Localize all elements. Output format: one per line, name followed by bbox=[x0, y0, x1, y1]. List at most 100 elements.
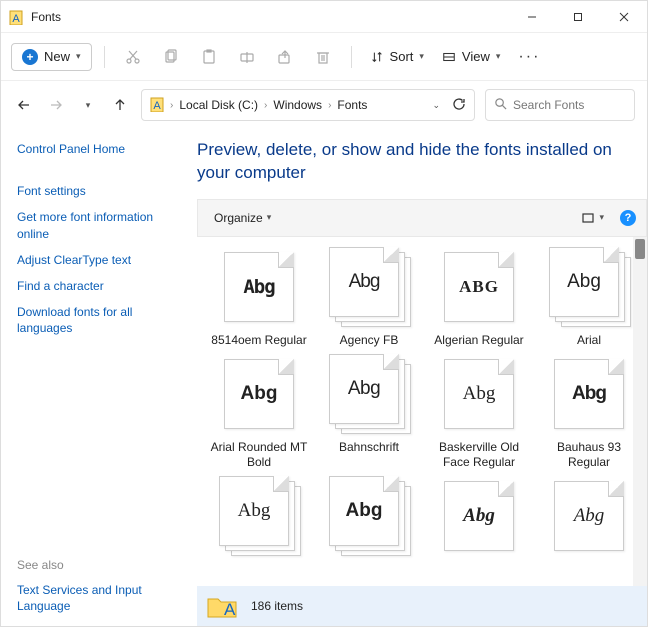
font-thumbnail: Abg bbox=[219, 247, 299, 327]
sidebar-link-more-info[interactable]: Get more font information online bbox=[17, 209, 181, 241]
font-sample: Abg bbox=[243, 276, 274, 298]
share-button[interactable] bbox=[269, 41, 301, 73]
app-icon: A bbox=[9, 9, 25, 25]
copy-button[interactable] bbox=[155, 41, 187, 73]
chevron-down-icon: ▾ bbox=[267, 212, 272, 223]
view-button[interactable]: View ▾ bbox=[436, 45, 506, 68]
status-count: 186 items bbox=[251, 599, 303, 613]
layout-button[interactable]: ▾ bbox=[575, 207, 610, 229]
font-item[interactable]: Abg Bahnschrift bbox=[317, 354, 421, 470]
font-item[interactable]: AbgAgency FB bbox=[317, 247, 421, 348]
separator bbox=[351, 46, 352, 68]
location-icon: A bbox=[150, 96, 166, 115]
font-item[interactable]: AbgBell MT bbox=[207, 476, 311, 562]
folder-icon: A bbox=[207, 593, 237, 619]
sort-label: Sort bbox=[390, 49, 414, 64]
font-thumbnail: Abg bbox=[329, 247, 409, 327]
chevron-right-icon: › bbox=[170, 100, 173, 111]
font-thumbnail: Abg bbox=[549, 476, 629, 556]
recent-button[interactable]: ▾ bbox=[77, 94, 99, 116]
paste-button[interactable] bbox=[193, 41, 225, 73]
font-sample: Abg bbox=[463, 505, 495, 527]
close-button[interactable] bbox=[601, 1, 647, 33]
font-item[interactable]: Abg8514oem Regular bbox=[207, 247, 311, 348]
font-name: Arial bbox=[577, 333, 601, 348]
rename-button[interactable] bbox=[231, 41, 263, 73]
font-name: Bahnschrift bbox=[339, 440, 399, 455]
organize-bar: Organize ▾ ▾ ? bbox=[197, 199, 647, 237]
font-thumbnail: Abg bbox=[219, 476, 299, 556]
sidebar-link-download-fonts[interactable]: Download fonts for all languages bbox=[17, 304, 181, 336]
scrollbar[interactable] bbox=[633, 237, 647, 586]
font-sample: Abg bbox=[346, 500, 383, 522]
font-item[interactable]: AbgBernard MT Condensed bbox=[427, 476, 531, 562]
sidebar-link-font-settings[interactable]: Font settings bbox=[17, 183, 181, 199]
minimize-button[interactable] bbox=[509, 1, 555, 33]
chevron-right-icon: › bbox=[328, 100, 331, 111]
delete-button[interactable] bbox=[307, 41, 339, 73]
back-button[interactable] bbox=[13, 94, 35, 116]
breadcrumb-item[interactable]: Fonts bbox=[335, 98, 369, 112]
content: Preview, delete, or show and hide the fo… bbox=[197, 129, 647, 626]
font-thumbnail: Abg bbox=[329, 476, 409, 556]
font-name: Arial Rounded MT Bold bbox=[209, 440, 309, 470]
font-item[interactable]: AbgBaskerville Old Face Regular bbox=[427, 354, 531, 470]
font-thumbnail: Abg bbox=[549, 354, 629, 434]
font-sample: Abg bbox=[574, 505, 605, 527]
sidebar-link-cleartype[interactable]: Adjust ClearType text bbox=[17, 252, 181, 268]
search-icon bbox=[494, 97, 507, 113]
font-thumbnail: Abg bbox=[549, 247, 629, 327]
help-button[interactable]: ? bbox=[620, 210, 636, 226]
chevron-down-icon[interactable]: ⌄ bbox=[432, 100, 440, 111]
font-thumbnail: Abg bbox=[439, 476, 519, 556]
search-input[interactable]: Search Fonts bbox=[485, 89, 635, 121]
new-button[interactable]: + New ▾ bbox=[11, 43, 92, 71]
font-item[interactable]: Abg Bauhaus 93 Regular bbox=[537, 354, 641, 470]
see-also-label: See also bbox=[17, 558, 181, 572]
breadcrumb-item[interactable]: Windows bbox=[271, 98, 324, 112]
forward-button[interactable] bbox=[45, 94, 67, 116]
font-sample: Abg bbox=[349, 271, 380, 293]
new-label: New bbox=[44, 49, 70, 64]
font-thumbnail: Abg bbox=[329, 354, 409, 434]
font-sample: Abg bbox=[463, 383, 496, 405]
address-bar[interactable]: A › Local Disk (C:) › Windows › Fonts ⌄ bbox=[141, 89, 475, 121]
font-item[interactable]: AbgBerlin Sans FB bbox=[317, 476, 421, 562]
chevron-down-icon: ▾ bbox=[76, 51, 81, 62]
search-placeholder: Search Fonts bbox=[513, 98, 584, 112]
maximize-button[interactable] bbox=[555, 1, 601, 33]
chevron-down-icon: ▾ bbox=[599, 212, 604, 223]
window-controls bbox=[509, 1, 647, 33]
font-sample: Abg bbox=[348, 378, 380, 400]
sidebar-link-find-character[interactable]: Find a character bbox=[17, 278, 181, 294]
more-button[interactable]: ··· bbox=[512, 48, 546, 66]
font-item[interactable]: ABGAlgerian Regular bbox=[427, 247, 531, 348]
sidebar: Control Panel Home Font settings Get mor… bbox=[1, 129, 197, 626]
font-item[interactable]: AbgBlackadder ITC bbox=[537, 476, 641, 562]
organize-label: Organize bbox=[214, 211, 263, 225]
navigation-row: ▾ A › Local Disk (C:) › Windows › Fonts … bbox=[1, 81, 647, 129]
chevron-down-icon: ▾ bbox=[419, 51, 424, 62]
font-name: Bauhaus 93 Regular bbox=[539, 440, 639, 470]
view-label: View bbox=[462, 49, 490, 64]
organize-button[interactable]: Organize ▾ bbox=[208, 207, 277, 229]
cut-button[interactable] bbox=[117, 41, 149, 73]
toolbar: + New ▾ Sort ▾ View ▾ ··· bbox=[1, 33, 647, 81]
sort-button[interactable]: Sort ▾ bbox=[364, 45, 430, 68]
breadcrumb-item[interactable]: Local Disk (C:) bbox=[177, 98, 260, 112]
separator bbox=[104, 46, 105, 68]
font-thumbnail: Abg bbox=[219, 354, 299, 434]
svg-text:A: A bbox=[153, 100, 161, 112]
font-thumbnail: Abg bbox=[439, 354, 519, 434]
font-sample: Abg bbox=[567, 271, 601, 293]
sidebar-link-text-services[interactable]: Text Services and Input Language bbox=[17, 582, 181, 614]
refresh-button[interactable] bbox=[452, 97, 466, 114]
chevron-right-icon: › bbox=[264, 100, 267, 111]
status-bar: A 186 items bbox=[197, 586, 647, 626]
font-item[interactable]: Abg Arial bbox=[537, 247, 641, 348]
font-item[interactable]: Abg Arial Rounded MT Bold bbox=[207, 354, 311, 470]
font-list: Abg8514oem RegularAbgAgency FBABGAlgeria… bbox=[197, 237, 647, 586]
scrollbar-thumb[interactable] bbox=[635, 239, 645, 259]
sidebar-link-home[interactable]: Control Panel Home bbox=[17, 141, 181, 157]
up-button[interactable] bbox=[109, 94, 131, 116]
